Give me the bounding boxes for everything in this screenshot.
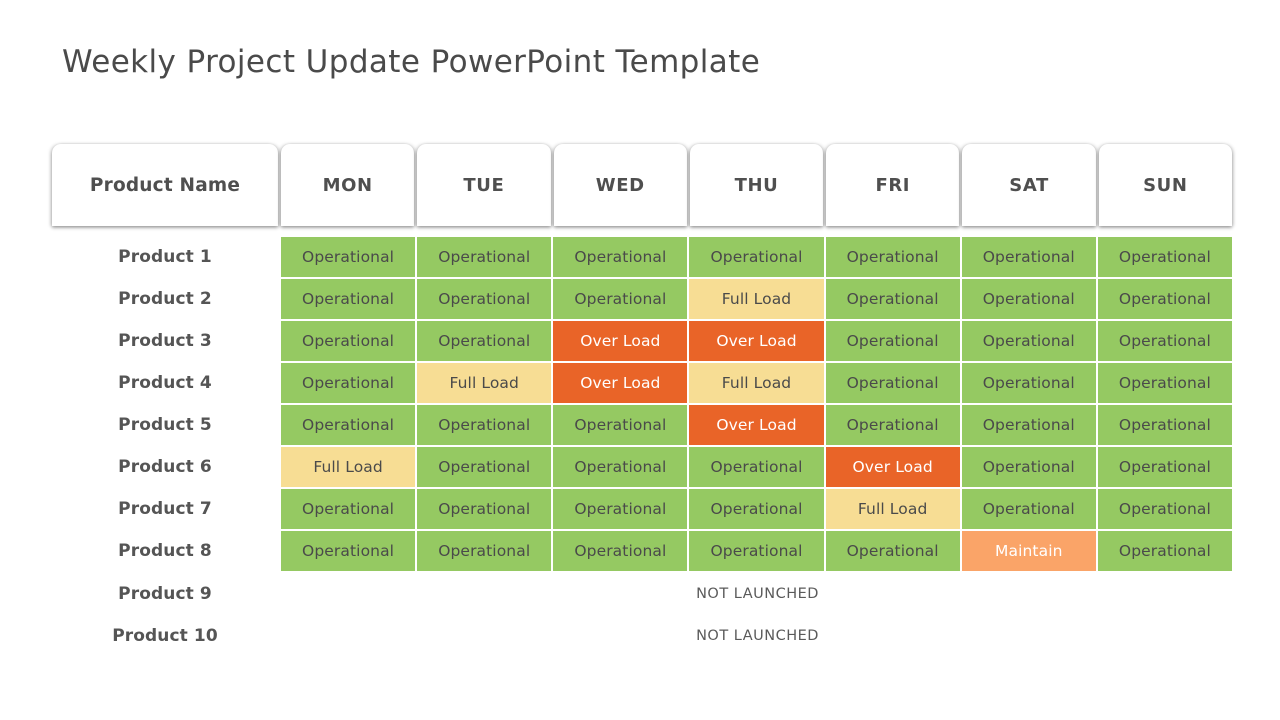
row-spacer	[281, 573, 688, 615]
status-table: Product Name MON TUE WED THU FRI SAT SUN Produc…	[52, 144, 1232, 657]
status-cell-operational[interactable]: Operational	[825, 237, 960, 277]
status-cell-over-load[interactable]: Over Load	[689, 405, 824, 445]
row-product-name: Product 10	[112, 626, 218, 646]
status-cell-operational[interactable]: Operational	[1097, 237, 1232, 277]
table-row: Product 7 Operational Operational Operation…	[52, 489, 1232, 529]
status-cell-operational[interactable]: Operational	[825, 531, 960, 571]
status-cell-operational[interactable]: Operational	[689, 489, 824, 529]
not-launched-label: NOT LAUNCHED	[696, 628, 819, 644]
row-product-name: Product 6	[118, 457, 212, 477]
table-row: Product 3 Operational Operational Over Load…	[52, 321, 1232, 361]
status-cell-operational[interactable]: Operational	[961, 321, 1096, 361]
status-cell-over-load[interactable]: Over Load	[689, 321, 824, 361]
status-cell-operational[interactable]: Operational	[1097, 321, 1232, 361]
status-cell-operational[interactable]: Operational	[281, 531, 416, 571]
status-cell-over-load[interactable]: Over Load	[825, 447, 960, 487]
row-spacer	[825, 615, 1232, 657]
row-product-name: Product 2	[118, 289, 212, 309]
status-cell-operational[interactable]: Operational	[961, 279, 1096, 319]
status-cell-operational[interactable]: Operational	[961, 447, 1096, 487]
header-sat[interactable]: SAT	[962, 144, 1096, 226]
slide-root: Weekly Project Update PowerPoint Templat…	[0, 0, 1280, 720]
header-tue[interactable]: TUE	[417, 144, 551, 226]
status-cell-full-load[interactable]: Full Load	[417, 363, 552, 403]
row-product-name: Product 8	[118, 541, 212, 561]
status-cell-operational[interactable]: Operational	[417, 447, 552, 487]
row-product-name: Product 3	[118, 331, 212, 351]
status-cell-operational[interactable]: Operational	[1097, 489, 1232, 529]
table-header-row: Product Name MON TUE WED THU FRI SAT SUN	[52, 144, 1232, 226]
status-cell-operational[interactable]: Operational	[689, 531, 824, 571]
status-cell-operational[interactable]: Operational	[961, 489, 1096, 529]
row-product-name: Product 9	[118, 584, 212, 604]
status-cell-operational[interactable]: Operational	[553, 237, 688, 277]
status-cell-over-load[interactable]: Over Load	[553, 363, 688, 403]
status-cell-operational[interactable]: Operational	[825, 405, 960, 445]
row-product-name: Product 5	[118, 415, 212, 435]
status-cell-operational[interactable]: Operational	[689, 447, 824, 487]
status-cell-operational[interactable]: Operational	[417, 489, 552, 529]
status-cell-operational[interactable]: Operational	[961, 237, 1096, 277]
header-product-name[interactable]: Product Name	[52, 144, 278, 226]
row-spacer	[281, 615, 688, 657]
status-cell-operational[interactable]: Operational	[553, 489, 688, 529]
status-cell-operational[interactable]: Operational	[281, 489, 416, 529]
status-cell-maintain[interactable]: Maintain	[961, 531, 1096, 571]
table-row: Product 4 Operational Full Load Over Load Fu…	[52, 363, 1232, 403]
table-row: Product 5 Operational Operational Operation…	[52, 405, 1232, 445]
status-cell-operational[interactable]: Operational	[417, 237, 552, 277]
status-cell-operational[interactable]: Operational	[689, 237, 824, 277]
status-cell-full-load[interactable]: Full Load	[281, 447, 416, 487]
status-cell-operational[interactable]: Operational	[281, 363, 416, 403]
status-cell-over-load[interactable]: Over Load	[553, 321, 688, 361]
row-product-name: Product 1	[118, 247, 212, 267]
status-cell-operational[interactable]: Operational	[553, 447, 688, 487]
status-cell-operational[interactable]: Operational	[417, 321, 552, 361]
not-launched-label: NOT LAUNCHED	[696, 586, 819, 602]
status-cell-operational[interactable]: Operational	[417, 531, 552, 571]
status-cell-operational[interactable]: Operational	[961, 405, 1096, 445]
row-product-name: Product 4	[118, 373, 212, 393]
table-row: Product 1 Operational Operational Operation…	[52, 237, 1232, 277]
header-wed[interactable]: WED	[553, 144, 687, 226]
status-cell-operational[interactable]: Operational	[1097, 531, 1232, 571]
header-sun[interactable]: SUN	[1098, 144, 1232, 226]
status-cell-operational[interactable]: Operational	[1097, 405, 1232, 445]
status-cell-operational[interactable]: Operational	[553, 279, 688, 319]
status-cell-operational[interactable]: Operational	[553, 405, 688, 445]
status-cell-operational[interactable]: Operational	[1097, 279, 1232, 319]
status-cell-operational[interactable]: Operational	[825, 279, 960, 319]
status-cell-operational[interactable]: Operational	[1097, 447, 1232, 487]
status-cell-operational[interactable]: Operational	[961, 363, 1096, 403]
status-cell-operational[interactable]: Operational	[1097, 363, 1232, 403]
status-cell-operational[interactable]: Operational	[281, 405, 416, 445]
status-cell-operational[interactable]: Operational	[553, 531, 688, 571]
status-cell-operational[interactable]: Operational	[281, 279, 416, 319]
row-spacer	[825, 573, 1232, 615]
header-fri[interactable]: FRI	[826, 144, 960, 226]
status-cell-operational[interactable]: Operational	[825, 363, 960, 403]
table-body: Product 1 Operational Operational Operation…	[52, 226, 1232, 657]
status-cell-operational[interactable]: Operational	[417, 279, 552, 319]
table-row: Product 8 Operational Operational Operation…	[52, 531, 1232, 571]
table-row: Product 10 NOT LAUNCHED	[52, 615, 1232, 657]
status-cell-operational[interactable]: Operational	[825, 321, 960, 361]
status-cell-full-load[interactable]: Full Load	[825, 489, 960, 529]
table-row: Product 2 Operational Operational Operation…	[52, 279, 1232, 319]
page-title: Weekly Project Update PowerPoint Templat…	[62, 44, 761, 80]
row-product-name: Product 7	[118, 499, 212, 519]
status-cell-full-load[interactable]: Full Load	[689, 363, 824, 403]
status-cell-full-load[interactable]: Full Load	[689, 279, 824, 319]
status-cell-operational[interactable]: Operational	[281, 321, 416, 361]
table-row: Product 6 Full Load Operational Operational…	[52, 447, 1232, 487]
header-mon[interactable]: MON	[281, 144, 415, 226]
status-cell-operational[interactable]: Operational	[417, 405, 552, 445]
header-thu[interactable]: THU	[689, 144, 824, 226]
table-row: Product 9 NOT LAUNCHED	[52, 573, 1232, 615]
status-cell-operational[interactable]: Operational	[281, 237, 416, 277]
